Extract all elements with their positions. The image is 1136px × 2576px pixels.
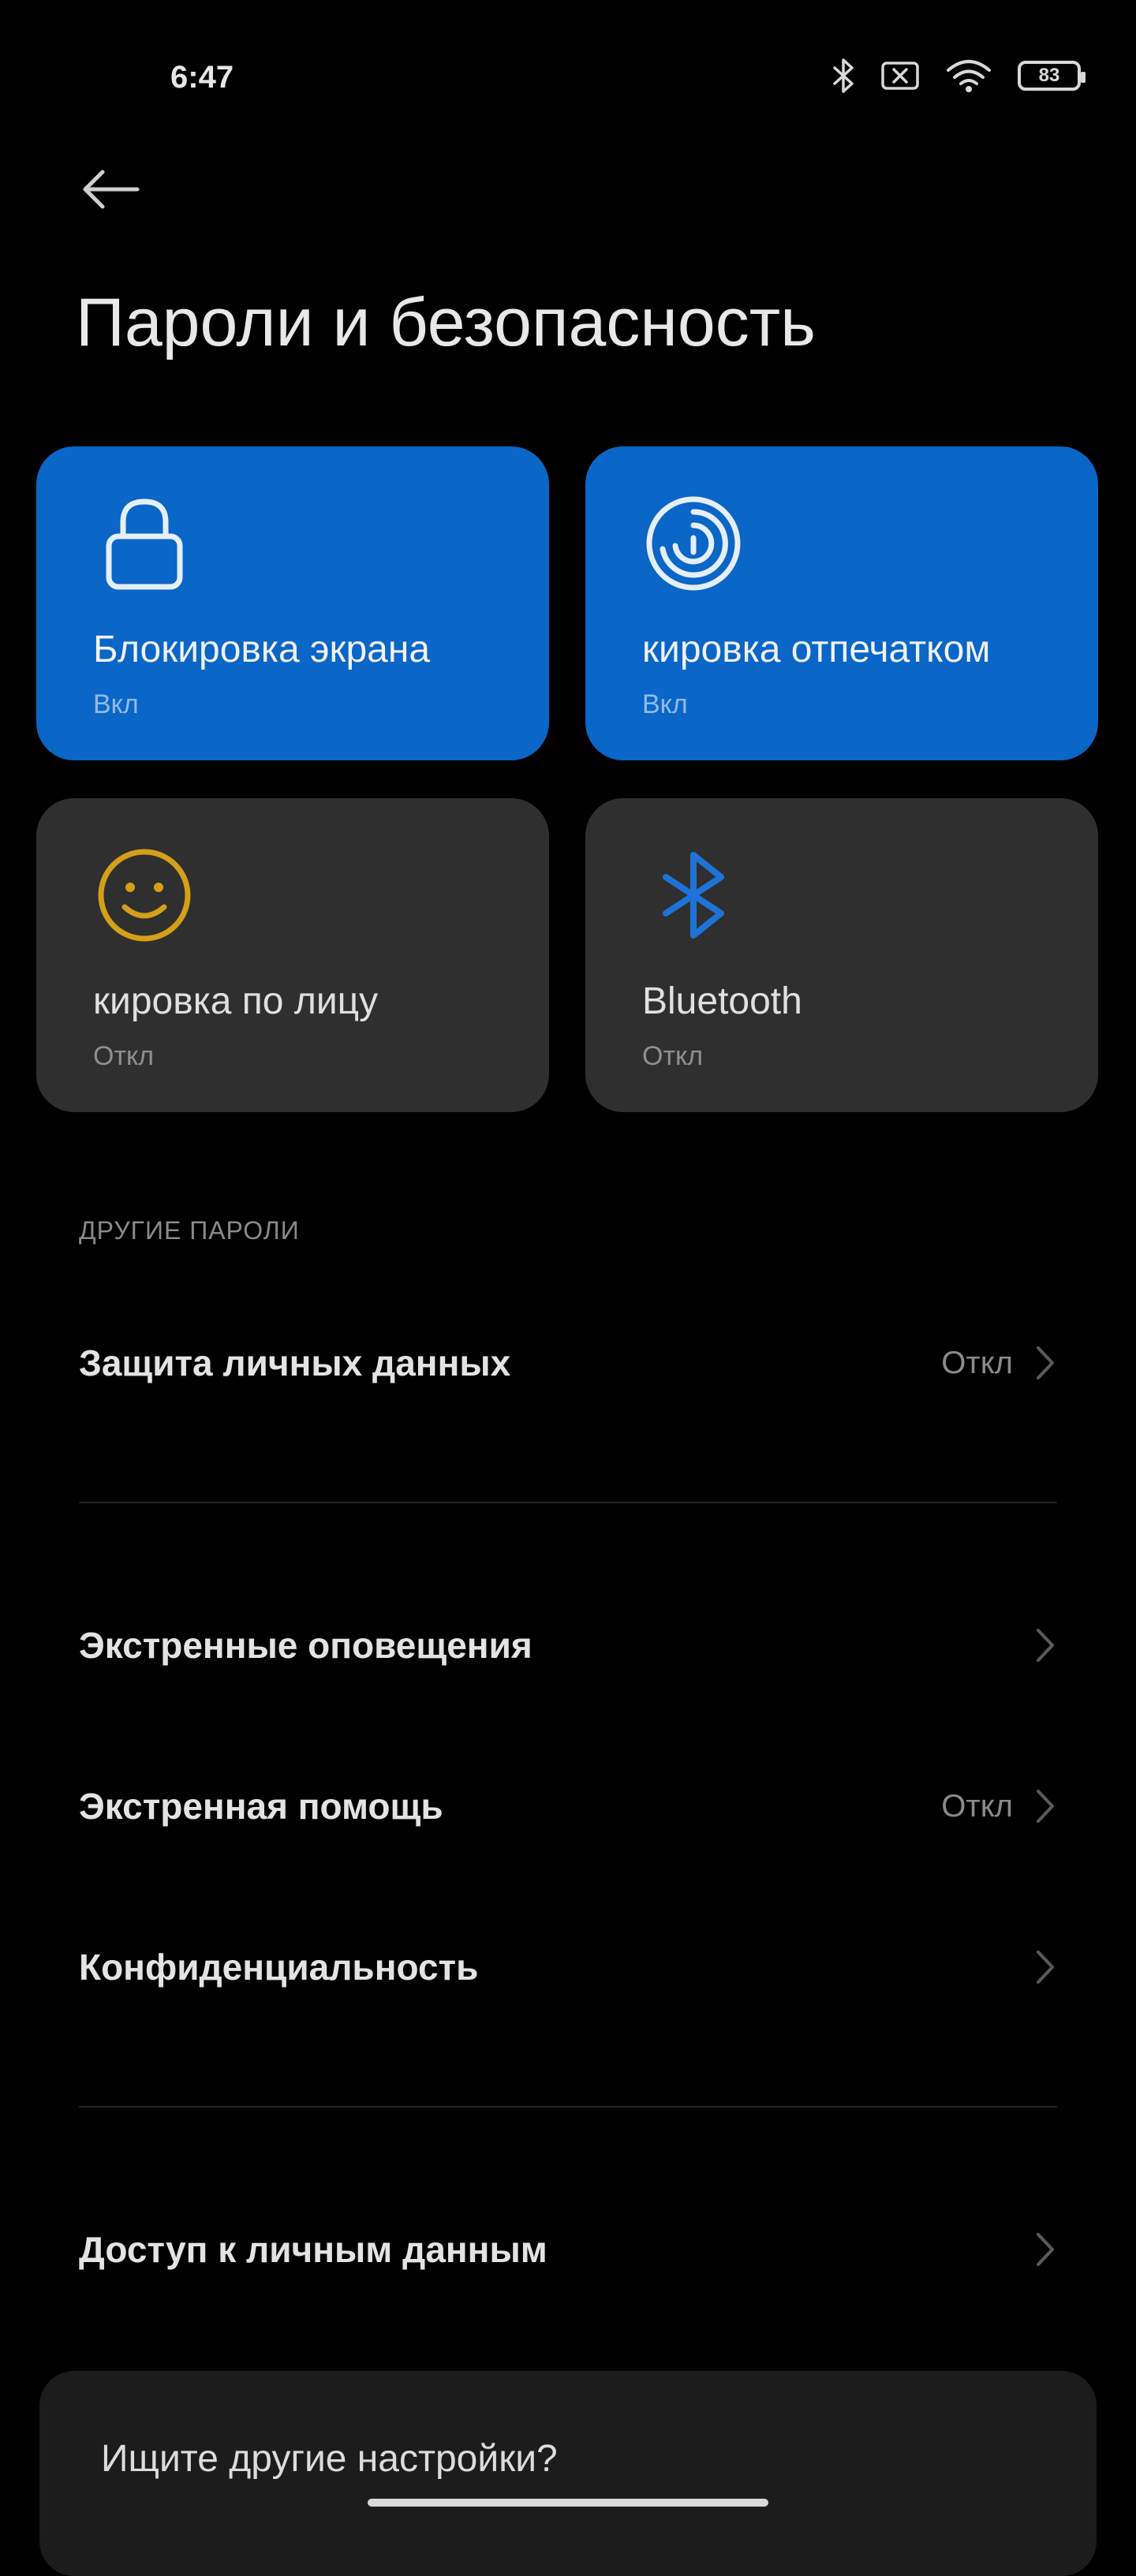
tile-label: кировка по лицу <box>93 980 379 1022</box>
tile-face-unlock[interactable]: кировка по лицу Откл <box>36 798 549 1112</box>
home-indicator[interactable] <box>368 2499 768 2507</box>
search-suggestion-text: Ищите другие настройки? <box>101 2438 558 2480</box>
row-label: Экстренная помощь <box>79 1786 443 1827</box>
row-label: Доступ к личным данным <box>79 2229 547 2270</box>
divider <box>79 2106 1057 2107</box>
chevron-right-icon <box>1037 1951 1054 1984</box>
bluetooth-icon <box>833 58 854 93</box>
chevron-right-icon <box>1037 1629 1054 1662</box>
chevron-right-icon <box>1037 1346 1054 1379</box>
tile-fingerprint-lock[interactable]: кировка отпечатком Вкл <box>585 446 1098 760</box>
tile-status: Откл <box>93 1041 155 1071</box>
tile-bluetooth-unlock[interactable]: Bluetooth Откл <box>585 798 1098 1112</box>
sim-off-icon <box>881 62 919 90</box>
row-privacy[interactable]: Конфиденциальность <box>79 1920 1057 2014</box>
row-privacy-protection[interactable]: Защита личных данных Откл <box>79 1316 1057 1410</box>
chevron-right-icon <box>1037 1790 1054 1823</box>
row-label: Экстренные оповещения <box>79 1625 532 1666</box>
face-icon <box>98 849 191 942</box>
fingerprint-icon <box>646 496 741 591</box>
tile-screen-lock[interactable]: Блокировка экрана Вкл <box>36 446 549 760</box>
row-emergency-sos[interactable]: Экстренная помощь Откл <box>79 1759 1057 1854</box>
divider <box>79 1502 1057 1503</box>
arrow-left-icon <box>83 170 140 209</box>
row-label: Конфиденциальность <box>79 1947 479 1988</box>
row-personal-data-access[interactable]: Доступ к личным данным <box>79 2202 1057 2297</box>
tile-status: Вкл <box>642 689 688 719</box>
search-suggestion-card[interactable]: Ищите другие настройки? <box>39 2371 1097 2576</box>
page-title: Пароли и безопасность <box>76 285 816 360</box>
back-button[interactable] <box>79 162 150 217</box>
chevron-right-icon <box>1037 2233 1054 2266</box>
tile-status: Откл <box>642 1041 704 1071</box>
row-emergency-alerts[interactable]: Экстренные оповещения <box>79 1598 1057 1693</box>
section-header-other-passwords: ДРУГИЕ ПАРОЛИ <box>79 1216 300 1245</box>
row-value: Откл <box>941 1345 1013 1380</box>
tile-label: кировка отпечатком <box>642 629 991 670</box>
status-bar: 6:47 83 <box>0 0 1136 158</box>
tile-status: Вкл <box>93 689 139 719</box>
status-icons: 83 <box>831 57 1086 95</box>
tile-label: Bluetooth <box>642 980 802 1022</box>
row-value: Откл <box>941 1788 1013 1824</box>
lock-icon <box>106 498 183 590</box>
row-label: Защита личных данных <box>79 1342 511 1383</box>
status-time: 6:47 <box>170 60 234 95</box>
battery-level: 83 <box>1038 65 1060 86</box>
wifi-icon <box>947 60 991 92</box>
bluetooth-icon <box>663 852 724 939</box>
battery-icon: 83 <box>1018 61 1086 91</box>
tile-label: Блокировка экрана <box>93 629 431 670</box>
